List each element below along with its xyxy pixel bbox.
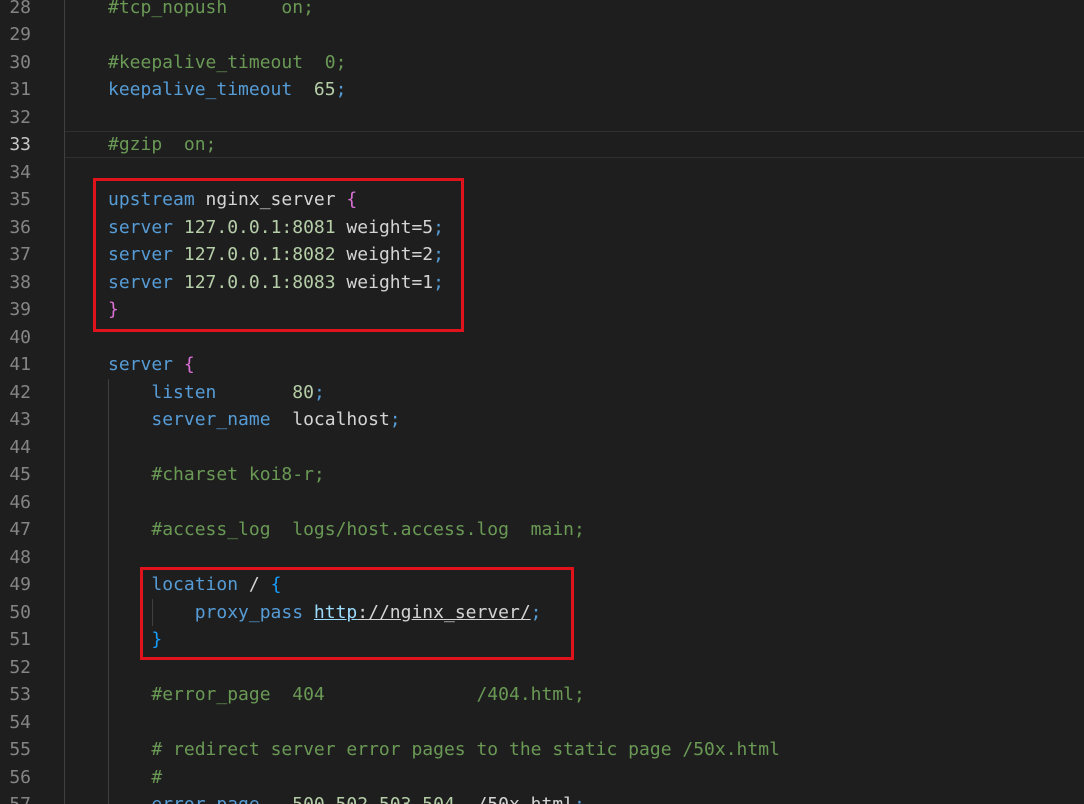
- line-number: 35: [9, 189, 31, 210]
- code-text[interactable]: error_page 500 502 503 504 /50x.html;: [108, 791, 585, 804]
- code-text[interactable]: #error_page 404 /404.html;: [108, 681, 585, 709]
- code-line[interactable]: 54: [0, 709, 1084, 737]
- code-token: listen: [151, 381, 217, 403]
- line-number: 42: [9, 381, 31, 403]
- code-line[interactable]: 28 #tcp_nopush on;: [0, 0, 1084, 21]
- line-number: 55: [9, 739, 31, 760]
- code-token: ;: [574, 794, 585, 804]
- code-text[interactable]: keepalive_timeout 65;: [108, 76, 346, 104]
- code-token: #keepalive_timeout 0;: [108, 51, 347, 73]
- line-number: 45: [9, 464, 31, 485]
- code-line[interactable]: 42 listen 80;: [0, 379, 1084, 407]
- code-text[interactable]: #tcp_nopush on;: [108, 0, 314, 21]
- code-line[interactable]: 57 error_page 500 502 503 504 /50x.html;: [0, 791, 1084, 804]
- code-line[interactable]: 46: [0, 489, 1084, 517]
- code-line[interactable]: 41 server {: [0, 351, 1084, 379]
- code-line[interactable]: 47 #access_log logs/host.access.log main…: [0, 516, 1084, 544]
- code-token: #: [151, 766, 163, 788]
- line-number: 54: [9, 711, 31, 733]
- code-text[interactable]: #keepalive_timeout 0;: [108, 49, 346, 77]
- code-token: keepalive_timeout: [108, 79, 293, 100]
- line-number: 33: [9, 134, 31, 155]
- code-token: 500 502 503 504: [292, 794, 455, 804]
- code-token: ;: [389, 409, 401, 430]
- code-line[interactable]: 55 # redirect server error pages to the …: [0, 736, 1084, 764]
- code-token: #access_log logs/host.access.log main;: [151, 519, 585, 540]
- line-number: 52: [9, 656, 31, 678]
- code-text[interactable]: #access_log logs/host.access.log main;: [108, 516, 585, 544]
- line-number: 50: [9, 601, 31, 623]
- code-text[interactable]: server {: [108, 351, 195, 379]
- line-number: 53: [9, 684, 31, 705]
- code-token: localhost: [270, 409, 390, 430]
- code-text[interactable]: listen 80;: [108, 379, 325, 407]
- line-number: 43: [9, 409, 31, 430]
- line-number: 37: [9, 244, 31, 265]
- line-number: 29: [9, 24, 31, 45]
- code-token: # redirect server error pages to the sta…: [151, 739, 780, 760]
- line-number: 32: [9, 106, 31, 128]
- line-number: 30: [9, 51, 31, 73]
- code-line[interactable]: 33 #gzip on;: [0, 131, 1084, 159]
- code-line[interactable]: 29: [0, 21, 1084, 49]
- code-text[interactable]: server_name localhost;: [108, 406, 401, 434]
- code-editor[interactable]: 28 #tcp_nopush on; 29 30 #keepalive_timeout …: [0, 0, 1084, 804]
- code-token: server_name: [151, 409, 271, 430]
- line-number: 41: [9, 354, 31, 375]
- code-text[interactable]: #: [108, 764, 162, 792]
- line-number: 34: [9, 161, 31, 183]
- code-line[interactable]: 56 #: [0, 764, 1084, 792]
- code-token: #charset koi8-r;: [151, 464, 325, 485]
- upstream-block-highlight-box: [93, 178, 464, 332]
- code-token: #tcp_nopush on;: [108, 0, 314, 18]
- line-number: 51: [9, 629, 31, 650]
- location-block-highlight-box: [140, 567, 574, 660]
- line-number: 49: [9, 574, 31, 595]
- code-line[interactable]: 53 #error_page 404 /404.html;: [0, 681, 1084, 709]
- line-number: 31: [9, 79, 31, 100]
- code-text[interactable]: #charset koi8-r;: [108, 461, 325, 489]
- line-number: 40: [9, 326, 31, 348]
- line-number: 46: [9, 491, 31, 513]
- code-text[interactable]: # redirect server error pages to the sta…: [108, 736, 780, 764]
- code-text[interactable]: #gzip on;: [108, 131, 216, 159]
- code-line[interactable]: 30 #keepalive_timeout 0;: [0, 49, 1084, 77]
- code-line[interactable]: 32: [0, 104, 1084, 132]
- code-token: 65: [313, 79, 336, 100]
- code-token: 80: [292, 381, 314, 403]
- code-token: server: [108, 354, 174, 375]
- code-line[interactable]: 31 keepalive_timeout 65;: [0, 76, 1084, 104]
- code-line[interactable]: 43 server_name localhost;: [0, 406, 1084, 434]
- code-token: #gzip on;: [108, 134, 217, 155]
- line-number: 48: [9, 546, 31, 568]
- line-number: 44: [9, 436, 31, 458]
- code-line[interactable]: 45 #charset koi8-r;: [0, 461, 1084, 489]
- line-number: 57: [0, 791, 31, 804]
- code-token: ;: [335, 79, 347, 100]
- code-token: error_page: [151, 794, 259, 804]
- code-token: {: [183, 354, 195, 375]
- code-line[interactable]: 44: [0, 434, 1084, 462]
- code-token: #error_page 404 /404.html;: [151, 684, 585, 705]
- line-number: 28: [9, 0, 31, 18]
- code-token: ;: [313, 381, 325, 403]
- line-number: 38: [9, 271, 31, 293]
- line-number: 56: [9, 766, 31, 788]
- code-token: /50x.html: [455, 794, 574, 804]
- line-number: 39: [9, 299, 31, 320]
- line-number: 36: [9, 216, 31, 238]
- line-number: 47: [9, 519, 31, 540]
